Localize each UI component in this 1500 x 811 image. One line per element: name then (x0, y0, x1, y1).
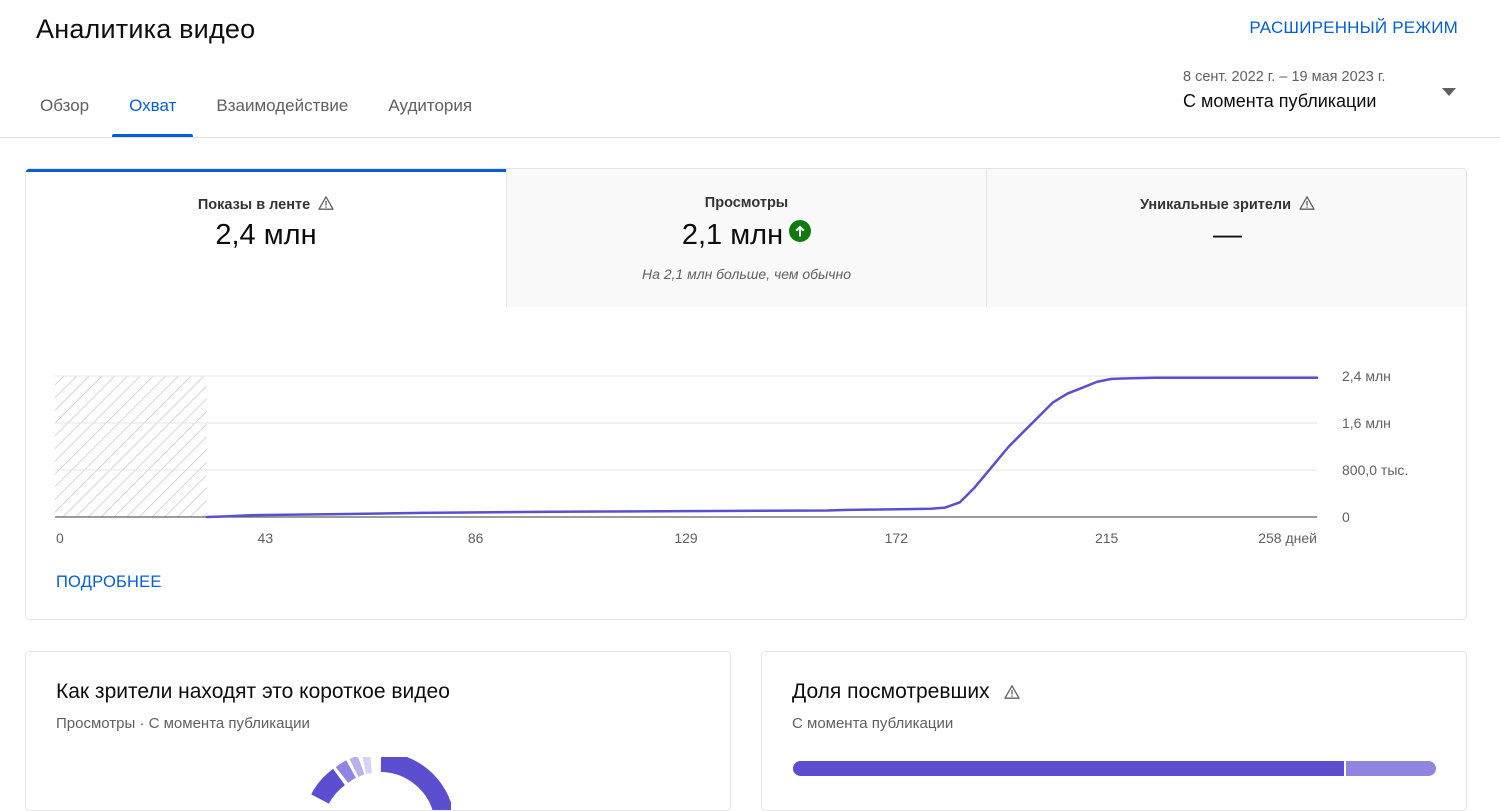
metric-value: — (1213, 219, 1242, 251)
metric-label: Уникальные зрители (987, 195, 1466, 213)
analytics-header: Аналитика видео РАСШИРЕННЫЙ РЕЖИМ Обзор … (0, 0, 1500, 138)
warning-icon (1003, 685, 1020, 699)
metric-label-text: Показы в ленте (197, 197, 311, 213)
retention-bar-segment (1346, 761, 1436, 776)
metric-tabs: Показы в ленте 2,4 млн Просмотры 2,1 млн… (26, 169, 1466, 307)
analytics-tabs: Обзор Охват Взаимодействие Аудитория (20, 80, 492, 137)
retention-bar (793, 761, 1436, 776)
donut-segment-minor (335, 760, 357, 783)
retention-card: Доля посмотревших С момента публикации (761, 651, 1467, 811)
date-range-picker[interactable]: 8 сент. 2022 г. – 19 мая 2023 г. С момен… (1183, 66, 1468, 124)
reach-chart-card: Показы в ленте 2,4 млн Просмотры 2,1 млн… (25, 168, 1467, 620)
card-subtitle: Просмотры · С момента публикации (56, 715, 310, 732)
traffic-sources-donut (311, 757, 451, 810)
card-title: Как зрители находят это короткое видео (56, 680, 450, 703)
donut-segment-minor (362, 757, 373, 774)
metric-value-text: 2,1 млн (681, 219, 784, 251)
metric-label: Просмотры (704, 195, 789, 211)
no-data-hatch-area (55, 376, 207, 517)
x-tick-label: 43 (258, 530, 274, 546)
x-tick-label: 215 (1095, 530, 1119, 546)
metric-label: Показы в ленте (26, 195, 506, 213)
tab-reach[interactable]: Охват (109, 80, 196, 137)
metric-tab-views[interactable]: Просмотры 2,1 млн На 2,1 млн больше, чем… (506, 169, 987, 307)
date-mode-text: С момента публикации (1183, 91, 1377, 111)
y-tick-label: 1,6 млн (1342, 415, 1391, 431)
card-subtitle: С момента публикации (792, 715, 954, 732)
card-title: Доля посмотревших (792, 680, 1020, 704)
trend-up-icon (789, 220, 812, 242)
series-line (205, 376, 1319, 519)
dropdown-arrow-icon (1442, 88, 1456, 96)
metric-tab-unique-viewers[interactable]: Уникальные зрители — (987, 169, 1466, 307)
metric-note: На 2,1 млн больше, чем обычно (641, 266, 852, 282)
metric-tab-impressions[interactable]: Показы в ленте 2,4 млн (26, 169, 506, 307)
metric-value: 2,4 млн (215, 219, 317, 251)
tab-overview[interactable]: Обзор (20, 80, 109, 137)
metric-label-text: Уникальные зрители (1139, 197, 1292, 213)
retention-bar-segment (793, 761, 1345, 776)
warning-icon (1299, 196, 1315, 210)
x-tick-label: 129 (674, 530, 698, 546)
see-more-link[interactable]: ПОДРОБНЕЕ (56, 573, 162, 592)
x-tick-label: 172 (885, 530, 909, 546)
donut-segment-small (311, 768, 346, 805)
advanced-mode-link[interactable]: РАСШИРЕННЫЙ РЕЖИМ (1249, 18, 1458, 38)
x-tick-label: 86 (468, 530, 484, 546)
tab-engagement[interactable]: Взаимодействие (196, 80, 368, 137)
reach-line-chart: 0 800,0 тыс. 1,6 млн 2,4 млн 0 43 86 129 172 215 2… (55, 368, 1408, 546)
page-title: Аналитика видео (36, 14, 256, 44)
donut-segment-minor (349, 757, 365, 778)
tab-audience[interactable]: Аудитория (368, 80, 492, 137)
y-tick-label: 0 (1342, 509, 1350, 525)
metric-value: 2,1 млн (507, 219, 986, 252)
x-tick-label: 0 (56, 530, 64, 546)
warning-icon (318, 196, 334, 210)
y-tick-label: 800,0 тыс. (1342, 462, 1408, 478)
y-tick-label: 2,4 млн (1342, 368, 1391, 384)
traffic-sources-card: Как зрители находят это короткое видео П… (25, 651, 731, 811)
x-tick-label: 258 дней (1258, 530, 1317, 546)
card-title-text: Доля посмотревших (792, 680, 990, 703)
date-range-text: 8 сент. 2022 г. – 19 мая 2023 г. (1183, 69, 1386, 85)
